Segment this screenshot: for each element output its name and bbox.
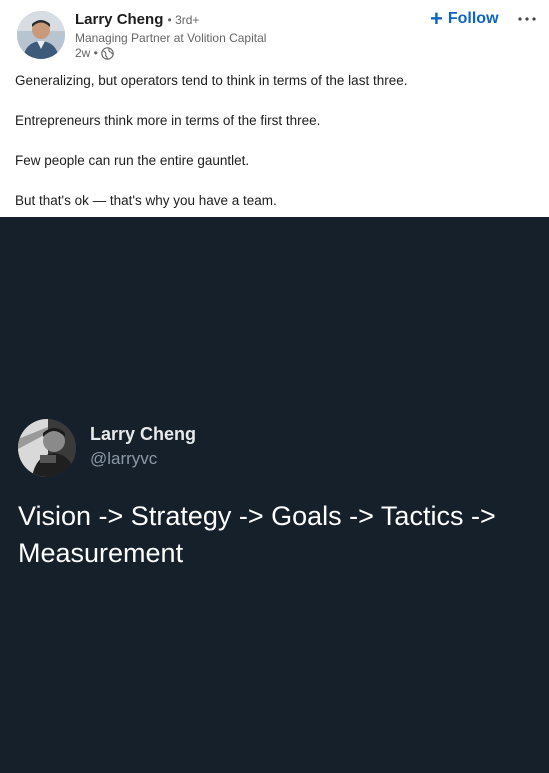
post-paragraph: But that's ok — that's why you have a te… bbox=[15, 193, 277, 208]
author-name[interactable]: Larry Cheng • 3rd+ bbox=[75, 11, 199, 28]
tweet-author-handle: @larryvc bbox=[90, 449, 158, 468]
post-time: 2w • bbox=[75, 46, 98, 60]
follow-label: Follow bbox=[447, 10, 499, 27]
author-name-text[interactable]: Larry Cheng bbox=[75, 11, 163, 28]
tweet-author-name: Larry Cheng bbox=[90, 424, 197, 444]
post-meta: 2w • bbox=[75, 46, 114, 60]
tweet-text: Vision -> Strategy -> Goals -> Tactics -… bbox=[18, 501, 496, 568]
tweet-author-avatar bbox=[18, 419, 76, 477]
person-avatar-icon bbox=[18, 419, 76, 477]
tweet-image[interactable]: Larry Cheng @larryvc Vision -> Strategy … bbox=[0, 217, 549, 773]
post-paragraph: Entrepreneurs think more in terms of the… bbox=[15, 113, 321, 128]
author-headline: Managing Partner at Volition Capital bbox=[75, 31, 267, 45]
post-paragraph: Generalizing, but operators tend to thin… bbox=[15, 73, 408, 88]
post-paragraph: Few people can run the entire gauntlet. bbox=[15, 153, 250, 168]
post-body: Generalizing, but operators tend to thin… bbox=[0, 64, 549, 210]
globe-icon bbox=[101, 46, 114, 60]
author-avatar[interactable] bbox=[17, 11, 65, 59]
connection-degree: • 3rd+ bbox=[167, 13, 200, 27]
person-avatar-icon bbox=[17, 11, 65, 59]
more-options-icon bbox=[518, 17, 536, 21]
follow-button[interactable]: + Follow bbox=[430, 8, 499, 30]
post-header: Larry Cheng • 3rd+ Managing Partner at V… bbox=[0, 0, 549, 64]
more-options-button[interactable] bbox=[516, 8, 538, 30]
plus-icon: + bbox=[430, 6, 443, 31]
